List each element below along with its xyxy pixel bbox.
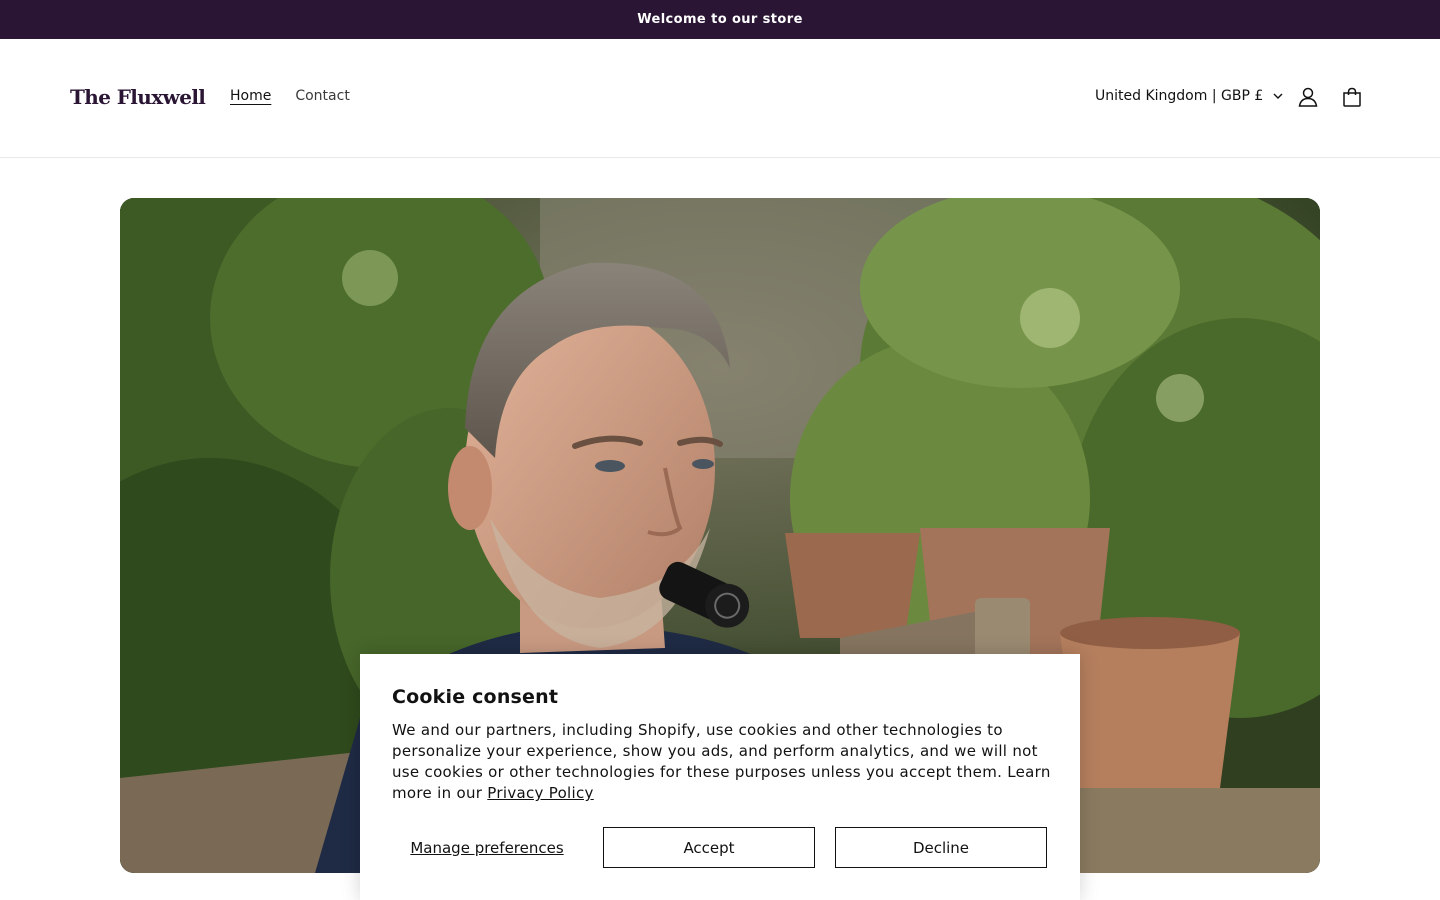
nav-link-home[interactable]: Home [230,88,271,104]
chevron-down-icon [1273,88,1283,104]
locale-label: United Kingdom | GBP £ [1095,88,1264,104]
privacy-policy-link[interactable]: Privacy Policy [487,784,593,802]
cookie-consent-banner: Cookie consent We and our partners, incl… [360,654,1080,900]
cart-icon[interactable] [1340,85,1364,109]
accept-button[interactable]: Accept [603,827,815,868]
announcement-bar: Welcome to our store [0,0,1440,39]
site-header: The Fluxwell Home Contact United Kingdom… [0,39,1440,158]
account-icon[interactable] [1296,85,1320,109]
manage-preferences-button[interactable]: Manage preferences [392,827,582,868]
store-logo[interactable]: The Fluxwell [70,85,206,109]
nav-link-contact[interactable]: Contact [295,88,349,104]
announcement-text: Welcome to our store [637,12,803,27]
cookie-description: We and our partners, including Shopify, … [392,720,1052,804]
cookie-title: Cookie consent [392,686,559,708]
country-currency-selector[interactable]: United Kingdom | GBP £ [1095,88,1283,104]
main-nav: Home Contact [230,88,350,104]
decline-button[interactable]: Decline [835,827,1047,868]
